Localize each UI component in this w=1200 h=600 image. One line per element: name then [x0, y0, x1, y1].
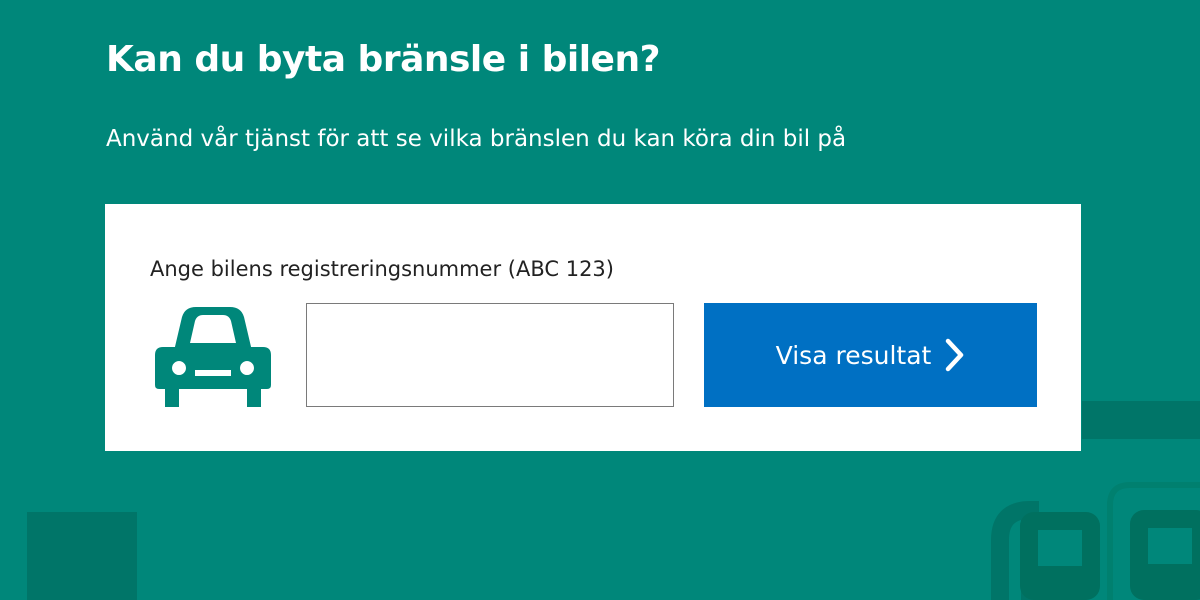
- registration-lookup-card: Ange bilens registreringsnummer (ABC 123…: [105, 204, 1081, 451]
- show-result-button[interactable]: Visa resultat: [704, 303, 1037, 407]
- car-icon: [155, 307, 271, 407]
- background-decoration-bar: [1082, 401, 1200, 439]
- page-title: Kan du byta bränsle i bilen?: [106, 39, 660, 80]
- chevron-right-icon: [946, 338, 964, 372]
- registration-input[interactable]: [306, 303, 674, 407]
- registration-label: Ange bilens registreringsnummer (ABC 123…: [150, 257, 614, 281]
- show-result-label: Visa resultat: [775, 340, 932, 370]
- page-subtitle: Använd vår tjänst för att se vilka bräns…: [106, 126, 847, 152]
- background-decoration-block: [27, 512, 137, 600]
- fuel-pump-icon: [991, 482, 1200, 600]
